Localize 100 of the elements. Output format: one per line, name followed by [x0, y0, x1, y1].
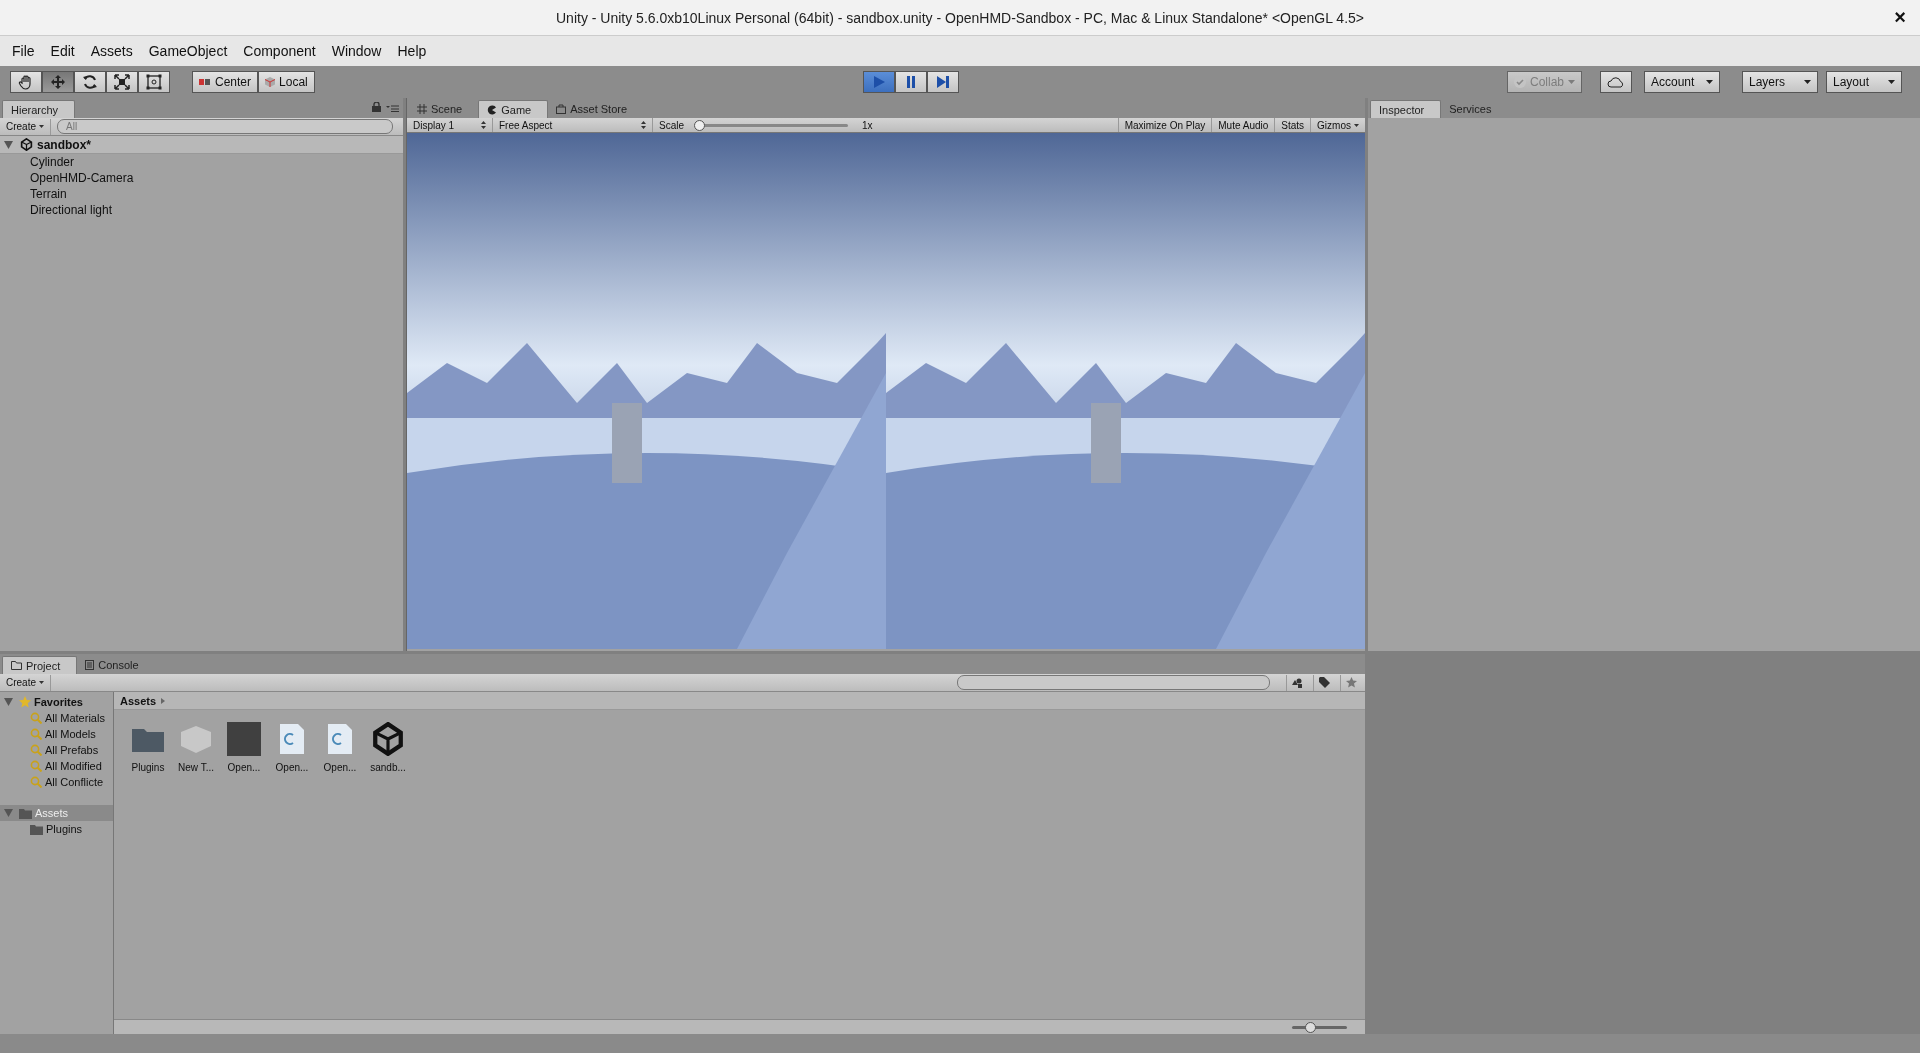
- scene-row[interactable]: sandbox*: [0, 136, 403, 154]
- search-field[interactable]: [957, 675, 1270, 690]
- folder-icon: [11, 661, 22, 670]
- step-button[interactable]: [926, 71, 959, 93]
- caret-icon: [1804, 80, 1811, 84]
- search-field[interactable]: All: [57, 119, 393, 134]
- rect-tool-icon: [146, 74, 162, 90]
- cloud-icon: [1607, 76, 1625, 88]
- hand-icon: [18, 74, 34, 90]
- game-tab[interactable]: Game: [478, 100, 549, 118]
- zoom-slider[interactable]: [1304, 1021, 1316, 1033]
- cube-icon: [265, 77, 276, 87]
- favorite-item[interactable]: All Conflicte: [0, 774, 113, 790]
- unity-logo-icon[interactable]: [371, 722, 405, 756]
- menu-item[interactable]: File: [4, 39, 43, 63]
- shapes-icon[interactable]: [1291, 677, 1303, 688]
- caret-icon: [1568, 80, 1575, 84]
- hierarchy-item[interactable]: Directional light: [0, 202, 403, 218]
- rect-tool-button[interactable]: [138, 71, 170, 93]
- scale-tool-button[interactable]: [106, 71, 138, 93]
- lock-icon[interactable]: [372, 102, 381, 112]
- rotate-tool-button[interactable]: [74, 71, 106, 93]
- toggle-button[interactable]: Mute Audio: [1211, 118, 1275, 132]
- bag-icon: [556, 104, 567, 114]
- create-dropdown[interactable]: Create: [4, 674, 51, 691]
- hand-tool-button[interactable]: [10, 71, 42, 93]
- inspector-tab[interactable]: Inspector: [1370, 100, 1442, 118]
- favorite-item[interactable]: All Models: [0, 726, 113, 742]
- account-dropdown[interactable]: Account: [1644, 71, 1720, 93]
- caret-icon: [1706, 80, 1713, 84]
- hierarchy-item[interactable]: Cylinder: [0, 154, 403, 170]
- local-pivot-button[interactable]: Local: [258, 71, 315, 93]
- project-tab[interactable]: Project: [2, 656, 78, 674]
- check-icon: [1513, 76, 1526, 88]
- aspect-dropdown[interactable]: Free Aspect: [493, 118, 653, 132]
- pause-button[interactable]: [894, 71, 927, 93]
- asset-label: Open...: [275, 762, 309, 773]
- asset-label: sandb...: [370, 762, 406, 773]
- asset-label: Open...: [323, 762, 357, 773]
- menu-item[interactable]: Window: [323, 39, 390, 63]
- star-icon: [19, 696, 31, 708]
- menu-item[interactable]: Component: [235, 39, 324, 63]
- menu-item[interactable]: Edit: [42, 39, 83, 63]
- create-dropdown[interactable]: Create: [4, 118, 51, 135]
- favorite-item[interactable]: All Materials: [0, 710, 113, 726]
- toggle-button[interactable]: Stats: [1274, 118, 1311, 132]
- search-icon: [30, 712, 42, 724]
- folder-item[interactable]: Plugins: [0, 821, 113, 837]
- rotate-icon: [82, 74, 98, 90]
- caret-icon: [1888, 80, 1895, 84]
- display-dropdown[interactable]: Display 1: [407, 118, 493, 132]
- scale-slider[interactable]: [694, 119, 705, 131]
- menu-item[interactable]: Help: [389, 39, 435, 63]
- search-icon: [30, 760, 42, 772]
- asset-label: New T...: [178, 762, 214, 773]
- script-icon[interactable]: [327, 722, 353, 756]
- pacman-icon: [487, 104, 498, 115]
- menu-icon[interactable]: [386, 105, 399, 112]
- expand-arrow-icon[interactable]: [4, 140, 13, 149]
- cloud-button[interactable]: [1600, 71, 1632, 93]
- menu-item[interactable]: GameObject: [140, 39, 236, 63]
- hierarchy-item[interactable]: Terrain: [0, 186, 403, 202]
- scene-tab[interactable]: Scene: [409, 100, 479, 118]
- star-icon[interactable]: [1345, 677, 1357, 688]
- asset-label: Plugins: [131, 762, 165, 773]
- move-tool-button[interactable]: [42, 71, 74, 93]
- expand-arrow-icon[interactable]: [4, 698, 13, 706]
- move-arrows-icon: [50, 74, 66, 90]
- menu-item[interactable]: Assets: [82, 39, 141, 63]
- hierarchy-tab[interactable]: Hierarchy: [2, 100, 76, 118]
- grid-icon: [417, 104, 427, 114]
- store-tab[interactable]: Asset Store: [548, 100, 644, 118]
- scale-icon: [114, 74, 130, 90]
- caret-icon: [39, 681, 44, 684]
- folder-icon: [30, 823, 43, 835]
- breadcrumb[interactable]: Assets: [120, 694, 157, 707]
- favorite-item[interactable]: All Modified: [0, 758, 113, 774]
- layout-dropdown[interactable]: Layout: [1826, 71, 1902, 93]
- caret-icon: [1354, 123, 1359, 127]
- scale-value: 1x: [861, 119, 874, 131]
- close-button[interactable]: ×: [1894, 6, 1906, 29]
- gizmos-dropdown[interactable]: Gizmos: [1310, 118, 1365, 132]
- console-tab[interactable]: Console: [77, 656, 155, 674]
- favorite-item[interactable]: All Prefabs: [0, 742, 113, 758]
- center-pivot-button[interactable]: Center: [192, 71, 259, 93]
- tag-icon[interactable]: [1318, 677, 1330, 688]
- search-icon: [30, 776, 42, 788]
- hierarchy-item[interactable]: OpenHMD-Camera: [0, 170, 403, 186]
- caret-icon: [39, 125, 44, 128]
- inspector-tab[interactable]: Services: [1441, 100, 1508, 118]
- up-down-icon: [641, 121, 646, 129]
- pivot-icon: [199, 78, 211, 86]
- asset-label: Open...: [227, 762, 261, 773]
- layers-dropdown[interactable]: Layers: [1742, 71, 1818, 93]
- search-icon: [30, 744, 42, 756]
- favorites-item[interactable]: Favorites: [0, 694, 113, 710]
- unity-logo-icon: [20, 138, 33, 151]
- toggle-button[interactable]: Maximize On Play: [1117, 118, 1212, 132]
- search-icon: [30, 728, 42, 740]
- script-icon[interactable]: [279, 722, 305, 756]
